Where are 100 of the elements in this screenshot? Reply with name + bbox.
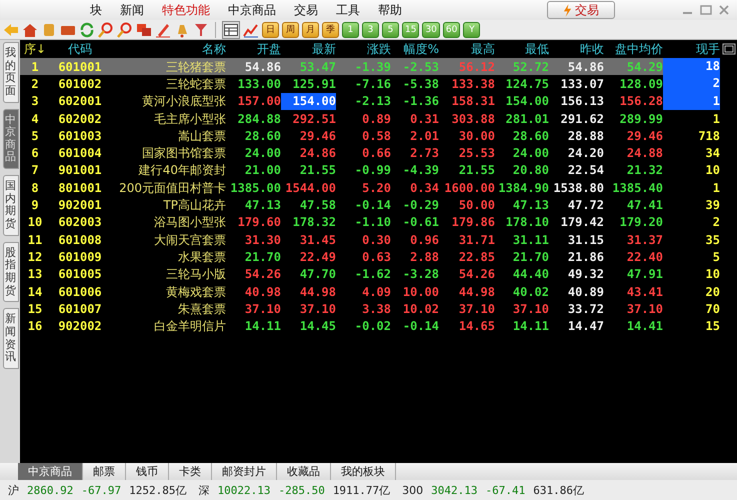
index-change: -67.41 [486, 484, 526, 496]
table-row[interactable]: 3 602001 黄河小浪底型张 157.00 154.00 -2.13 -1.36 158.31 154.00 156.13 156.28 1 [20, 92, 720, 110]
table-cell: 179.20 [620, 215, 663, 230]
maximize-icon[interactable] [699, 4, 713, 16]
table-row[interactable]: 15 601007 朱熹套票 37.10 37.10 3.38 10.02 37.10 37.10 33.72 37.10 70 [20, 300, 720, 318]
column-header[interactable]: 最新 [281, 40, 336, 58]
index-name: 深 [198, 482, 210, 498]
table-cell: -0.14 [354, 198, 391, 212]
index-amount: 1911.77亿 [332, 482, 390, 498]
table-cell: 39 [706, 198, 720, 212]
table-row[interactable]: 9 902001 TP高山花卉 47.13 47.58 -0.14 -0.29 50.00 47.13 47.72 47.41 39 [20, 196, 720, 214]
side-tab[interactable]: 我的页面 [3, 42, 19, 103]
column-header[interactable]: 开盘 [226, 40, 281, 58]
table-cell: 54.86 [244, 60, 281, 74]
table-cell: 47.72 [568, 198, 604, 212]
column-header[interactable]: 现手 [663, 40, 720, 58]
column-header[interactable]: 序↓ [24, 40, 46, 58]
side-tab[interactable]: 股指期货 [3, 242, 19, 302]
table-cell: 179.42 [560, 215, 604, 230]
column-header[interactable]: 昨收 [549, 40, 604, 58]
column-header[interactable]: 最低 [495, 40, 549, 58]
window-toggle-icon[interactable] [722, 43, 736, 55]
table-cell: 801001 [58, 180, 102, 195]
table-cell: 179.60 [238, 215, 281, 230]
menu-item[interactable]: 块 [90, 2, 102, 18]
column-header[interactable]: 最高 [439, 40, 495, 58]
table-cell: 29.46 [626, 128, 663, 143]
table-cell: 37.10 [512, 302, 549, 316]
zoom-in-icon[interactable] [98, 22, 114, 38]
windows-icon[interactable] [136, 22, 152, 38]
zoom-out-icon[interactable] [117, 22, 133, 38]
table-cell: 284.88 [238, 112, 281, 126]
menu-item[interactable]: 帮助 [378, 2, 402, 18]
table-row[interactable]: 16 902002 白金羊明信片 14.11 14.45 -0.02 -0.14 14.65 14.11 14.47 14.41 15 [20, 317, 720, 335]
table-row[interactable]: 11 601008 大闹天宫套票 31.30 31.45 0.30 0.96 31.71 31.11 31.15 31.37 35 [20, 230, 720, 248]
refresh-icon[interactable] [79, 22, 95, 38]
table-cell: 43.41 [626, 284, 663, 298]
side-tab[interactable]: 国内期货 [3, 175, 19, 236]
table-cell: 14.47 [568, 319, 604, 334]
table-cell: 5 [712, 250, 720, 264]
menu-item[interactable]: 特色功能 [162, 2, 210, 18]
home-icon[interactable] [22, 22, 38, 38]
table-row[interactable]: 13 601005 三轮马小版 54.26 47.70 -1.62 -3.28 54.26 44.40 49.32 47.91 10 [20, 266, 720, 283]
table-cell: 156.13 [560, 94, 604, 108]
menu-item[interactable]: 交易 [294, 2, 318, 18]
bottom-tab[interactable]: 中京商品 [18, 463, 83, 480]
table-cell: 902001 [58, 198, 102, 212]
trade-button[interactable]: 交易 [547, 1, 615, 19]
table-cell: 54.26 [458, 267, 495, 282]
table-row[interactable]: 12 601009 水果套票 21.70 22.49 0.63 2.88 22.85 21.70 21.86 22.40 5 [20, 248, 720, 266]
table-row[interactable]: 2 601002 三轮蛇套票 133.00 125.91 -7.16 -5.38 133.38 124.75 133.07 128.09 2 [20, 75, 720, 93]
table-cell: 11 [28, 232, 42, 247]
table-cell: 黄河小浪底型张 [142, 94, 226, 108]
column-header[interactable]: 涨跌 [336, 40, 391, 58]
table-cell: 20 [706, 284, 720, 298]
table-cell: 1 [31, 60, 39, 74]
table-cell: 602003 [58, 215, 102, 230]
pencil-icon[interactable] [155, 22, 171, 38]
close-icon[interactable] [717, 4, 731, 16]
table-row[interactable]: 4 602002 毛主席小型张 284.88 292.51 0.89 0.31 303.88 281.01 291.62 289.99 1 [20, 110, 720, 128]
menu-item[interactable]: 中京商品 [228, 2, 276, 18]
table-cell: 133.07 [560, 76, 604, 91]
menu-item[interactable]: 工具 [336, 2, 360, 18]
table-row[interactable]: 10 602003 浴马图小型张 179.60 178.32 -1.10 -0.61 179.86 178.10 179.42 179.20 2 [20, 214, 720, 231]
period-button[interactable]: 季 [322, 22, 339, 38]
table-row[interactable]: 1 601001 三轮猪套票 54.86 53.47 -1.39 -2.53 56.12 52.72 54.86 54.29 18 [20, 58, 720, 76]
table-cell: 国家图书馆套票 [142, 146, 226, 160]
period-button[interactable]: 日 [262, 22, 279, 38]
menu-item[interactable]: 新闻 [120, 2, 144, 18]
table-cell: 10 [28, 215, 42, 230]
table-cell: 白金羊明信片 [154, 319, 226, 334]
side-tab[interactable]: 中京商品 [3, 108, 19, 170]
table-cell: 2 [31, 76, 39, 91]
column-header[interactable]: 幅度% [391, 40, 439, 58]
period-button[interactable]: 周 [282, 22, 299, 38]
table-cell: TP高山花卉 [163, 198, 226, 212]
table-row[interactable]: 8 801001 200元面值田村普卡 1385.00 1544.00 5.20 0.34 1600.00 1384.90 1538.80 1385.40 1 [20, 179, 720, 196]
column-header[interactable]: 代码 [68, 40, 92, 58]
table-cell: 4 [31, 112, 39, 126]
table-cell: 21.55 [458, 163, 495, 178]
table-row[interactable]: 7 901001 建行40年邮资封 21.00 21.55 -0.99 -4.39 21.55 20.80 22.54 21.32 10 [20, 162, 720, 180]
table-cell: 1538.80 [553, 180, 604, 195]
column-header[interactable]: 盘中均价 [604, 40, 663, 58]
table-cell: 朱熹套票 [178, 302, 226, 316]
table-cell: 2.01 [410, 128, 439, 143]
table-row[interactable]: 5 601003 嵩山套票 28.60 29.46 0.58 2.01 30.00 28.60 28.88 29.46 718 [20, 127, 720, 144]
table-cell: 22.40 [626, 250, 663, 264]
period-button[interactable]: 月 [302, 22, 319, 38]
table-cell: -0.61 [402, 215, 439, 230]
table-cell: 31.11 [512, 232, 549, 247]
table-row[interactable]: 14 601006 黄梅戏套票 40.98 44.98 4.09 10.00 44.98 40.02 40.89 43.41 20 [20, 282, 720, 300]
column-header[interactable]: 名称 [110, 40, 226, 58]
table-row[interactable]: 6 601004 国家图书馆套票 24.00 24.86 0.66 2.73 25.53 24.00 24.20 24.88 34 [20, 144, 720, 162]
side-tab[interactable]: 新闻资讯 [3, 308, 19, 369]
line-chart-icon[interactable] [243, 22, 259, 38]
table-view-icon[interactable] [222, 20, 240, 38]
table-cell: 54.29 [626, 60, 663, 74]
table-cell: -0.14 [402, 319, 439, 334]
table-cell: 44.98 [458, 284, 495, 298]
table-cell: 179.86 [452, 215, 495, 230]
